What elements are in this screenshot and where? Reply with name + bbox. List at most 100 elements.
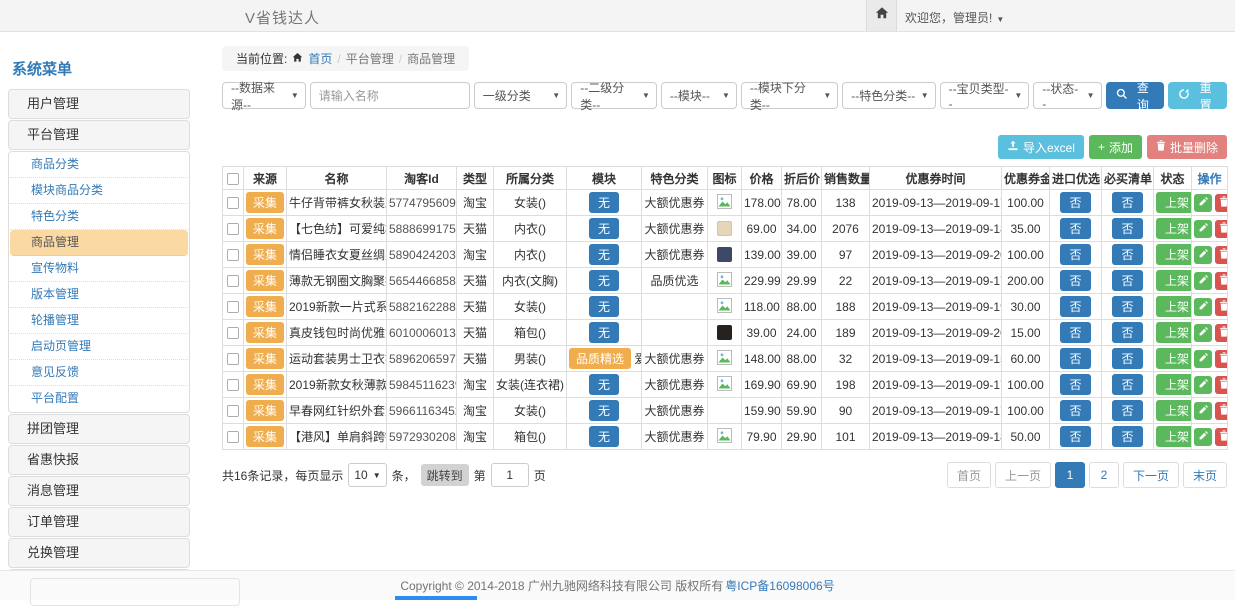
row-checkbox[interactable] bbox=[227, 223, 239, 235]
sidebar-subitem-2[interactable]: 模块商品分类 bbox=[10, 178, 188, 204]
row-checkbox[interactable] bbox=[227, 353, 239, 365]
edit-button[interactable] bbox=[1194, 428, 1212, 446]
must-buy-toggle-button[interactable]: 否 bbox=[1112, 270, 1142, 291]
page-button-末页[interactable]: 末页 bbox=[1183, 462, 1227, 488]
name-search-input[interactable] bbox=[310, 82, 470, 109]
module-none-button[interactable]: 无 bbox=[589, 244, 619, 265]
home-button[interactable] bbox=[866, 0, 897, 31]
sidebar-subitem-5[interactable]: 宣传物料 bbox=[10, 256, 188, 282]
status-button[interactable]: 上架 bbox=[1156, 374, 1192, 395]
sidebar-item-5[interactable]: 消息管理 bbox=[8, 476, 190, 506]
import-excel-button[interactable]: 导入excel bbox=[998, 135, 1084, 159]
breadcrumb-home-link[interactable]: 首页 bbox=[308, 50, 332, 67]
status-button[interactable]: 上架 bbox=[1156, 270, 1192, 291]
status-button[interactable]: 上架 bbox=[1156, 244, 1192, 265]
reset-button[interactable]: 重置 bbox=[1168, 82, 1227, 109]
edit-button[interactable] bbox=[1194, 298, 1212, 316]
page-size-select[interactable]: 10▼ bbox=[348, 463, 386, 487]
module-none-button[interactable]: 无 bbox=[589, 218, 619, 239]
status-button[interactable]: 上架 bbox=[1156, 322, 1192, 343]
row-checkbox[interactable] bbox=[227, 379, 239, 391]
status-button[interactable]: 上架 bbox=[1156, 218, 1192, 239]
edit-button[interactable] bbox=[1194, 194, 1212, 212]
edit-button[interactable] bbox=[1194, 220, 1212, 238]
sidebar-subitem-9[interactable]: 意见反馈 bbox=[10, 360, 188, 386]
search-button[interactable]: 查询 bbox=[1106, 82, 1165, 109]
page-button-下一页[interactable]: 下一页 bbox=[1123, 462, 1179, 488]
delete-button[interactable] bbox=[1215, 402, 1228, 420]
edit-button[interactable] bbox=[1194, 402, 1212, 420]
delete-button[interactable] bbox=[1215, 324, 1228, 342]
status-button[interactable]: 上架 bbox=[1156, 296, 1192, 317]
edit-button[interactable] bbox=[1194, 350, 1212, 368]
module-none-button[interactable]: 无 bbox=[589, 296, 619, 317]
filter-select-3[interactable]: --二级分类--▼ bbox=[571, 82, 657, 109]
page-button-首页[interactable]: 首页 bbox=[947, 462, 991, 488]
must-buy-toggle-button[interactable]: 否 bbox=[1112, 218, 1142, 239]
sidebar-item-3[interactable]: 拼团管理 bbox=[8, 414, 190, 444]
sidebar-subitem-1[interactable]: 商品分类 bbox=[10, 152, 188, 178]
batch-delete-button[interactable]: 批量删除 bbox=[1147, 135, 1227, 159]
must-buy-toggle-button[interactable]: 否 bbox=[1112, 322, 1142, 343]
sidebar-subitem-6[interactable]: 版本管理 bbox=[10, 282, 188, 308]
status-button[interactable]: 上架 bbox=[1156, 348, 1192, 369]
row-checkbox[interactable] bbox=[227, 327, 239, 339]
jump-button[interactable]: 跳转到 bbox=[421, 464, 469, 486]
filter-select-7[interactable]: --宝贝类型--▼ bbox=[940, 82, 1030, 109]
page-button-2[interactable]: 2 bbox=[1089, 462, 1119, 488]
module-none-button[interactable]: 无 bbox=[589, 322, 619, 343]
must-buy-toggle-button[interactable]: 否 bbox=[1112, 426, 1142, 447]
must-buy-toggle-button[interactable]: 否 bbox=[1112, 244, 1142, 265]
jump-page-input[interactable] bbox=[491, 463, 529, 487]
delete-button[interactable] bbox=[1215, 428, 1228, 446]
imported-toggle-button[interactable]: 否 bbox=[1060, 296, 1090, 317]
module-none-button[interactable]: 无 bbox=[589, 400, 619, 421]
imported-toggle-button[interactable]: 否 bbox=[1060, 270, 1090, 291]
filter-select-4[interactable]: --模块--▼ bbox=[661, 82, 737, 109]
filter-select-1[interactable]: --数据来源--▼ bbox=[222, 82, 306, 109]
imported-toggle-button[interactable]: 否 bbox=[1060, 244, 1090, 265]
filter-select-5[interactable]: --模块下分类--▼ bbox=[741, 82, 838, 109]
sidebar-subitem-8[interactable]: 启动页管理 bbox=[10, 334, 188, 360]
add-button[interactable]: + 添加 bbox=[1089, 135, 1142, 159]
imported-toggle-button[interactable]: 否 bbox=[1060, 322, 1090, 343]
row-checkbox[interactable] bbox=[227, 405, 239, 417]
icp-link[interactable]: 粤ICP备16098006号 bbox=[725, 577, 834, 594]
delete-button[interactable] bbox=[1215, 194, 1228, 212]
must-buy-toggle-button[interactable]: 否 bbox=[1112, 296, 1142, 317]
delete-button[interactable] bbox=[1215, 298, 1228, 316]
sidebar-item-4[interactable]: 省惠快报 bbox=[8, 445, 190, 475]
select-all-checkbox[interactable] bbox=[227, 173, 239, 185]
imported-toggle-button[interactable]: 否 bbox=[1060, 400, 1090, 421]
imported-toggle-button[interactable]: 否 bbox=[1060, 192, 1090, 213]
delete-button[interactable] bbox=[1215, 376, 1228, 394]
module-none-button[interactable]: 无 bbox=[589, 374, 619, 395]
status-button[interactable]: 上架 bbox=[1156, 192, 1192, 213]
row-checkbox[interactable] bbox=[227, 249, 239, 261]
status-button[interactable]: 上架 bbox=[1156, 426, 1192, 447]
delete-button[interactable] bbox=[1215, 246, 1228, 264]
edit-button[interactable] bbox=[1194, 376, 1212, 394]
edit-button[interactable] bbox=[1194, 272, 1212, 290]
sidebar-item-1[interactable]: 用户管理 bbox=[8, 89, 190, 119]
must-buy-toggle-button[interactable]: 否 bbox=[1112, 374, 1142, 395]
delete-button[interactable] bbox=[1215, 350, 1228, 368]
imported-toggle-button[interactable]: 否 bbox=[1060, 348, 1090, 369]
page-button-上一页[interactable]: 上一页 bbox=[995, 462, 1051, 488]
sidebar-subitem-7[interactable]: 轮播管理 bbox=[10, 308, 188, 334]
module-none-button[interactable]: 无 bbox=[589, 270, 619, 291]
imported-toggle-button[interactable]: 否 bbox=[1060, 218, 1090, 239]
page-button-1[interactable]: 1 bbox=[1055, 462, 1085, 488]
module-none-button[interactable]: 无 bbox=[589, 426, 619, 447]
must-buy-toggle-button[interactable]: 否 bbox=[1112, 400, 1142, 421]
row-checkbox[interactable] bbox=[227, 197, 239, 209]
sidebar-item-2[interactable]: 平台管理 bbox=[8, 120, 190, 150]
edit-button[interactable] bbox=[1194, 246, 1212, 264]
row-checkbox[interactable] bbox=[227, 301, 239, 313]
sidebar-subitem-3[interactable]: 特色分类 bbox=[10, 204, 188, 230]
filter-select-8[interactable]: --状态--▼ bbox=[1033, 82, 1101, 109]
filter-select-6[interactable]: --特色分类--▼ bbox=[842, 82, 935, 109]
imported-toggle-button[interactable]: 否 bbox=[1060, 374, 1090, 395]
sidebar-item-7[interactable]: 兑换管理 bbox=[8, 538, 190, 568]
sidebar-subitem-10[interactable]: 平台配置 bbox=[10, 386, 188, 412]
